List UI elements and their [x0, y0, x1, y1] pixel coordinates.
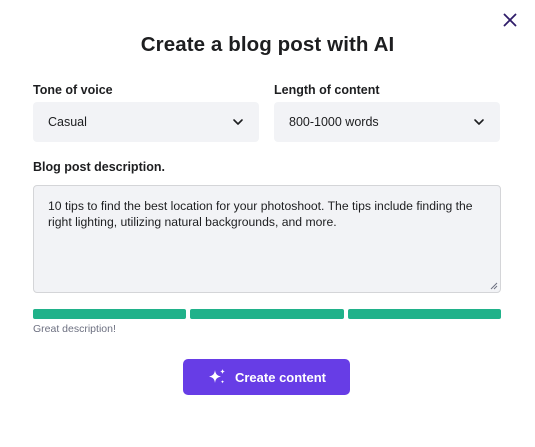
resize-handle-icon[interactable] — [490, 282, 498, 290]
create-blog-modal: Create a blog post with AI Tone of voice… — [0, 0, 535, 447]
create-content-button[interactable]: Create content — [183, 359, 350, 395]
chevron-down-icon — [473, 118, 485, 126]
description-textarea[interactable]: 10 tips to find the best location for yo… — [33, 185, 501, 293]
create-content-label: Create content — [234, 369, 327, 385]
description-label: Blog post description. — [33, 160, 165, 174]
length-select[interactable]: 800-1000 words — [274, 102, 500, 142]
sparkles-icon — [208, 369, 225, 384]
tone-value: Casual — [48, 115, 87, 129]
quality-hint: Great description! — [33, 323, 116, 335]
tone-select[interactable]: Casual — [33, 102, 259, 142]
close-button[interactable] — [500, 10, 520, 30]
description-text: 10 tips to find the best location for yo… — [48, 199, 473, 229]
description-quality-meter — [33, 309, 501, 319]
tone-label: Tone of voice — [33, 83, 113, 97]
length-label: Length of content — [274, 83, 380, 97]
length-value: 800-1000 words — [289, 115, 379, 129]
quality-segment — [33, 309, 187, 319]
quality-segment — [347, 309, 501, 319]
close-icon — [503, 13, 517, 27]
quality-segment — [190, 309, 344, 319]
chevron-down-icon — [232, 118, 244, 126]
modal-title: Create a blog post with AI — [140, 33, 395, 56]
